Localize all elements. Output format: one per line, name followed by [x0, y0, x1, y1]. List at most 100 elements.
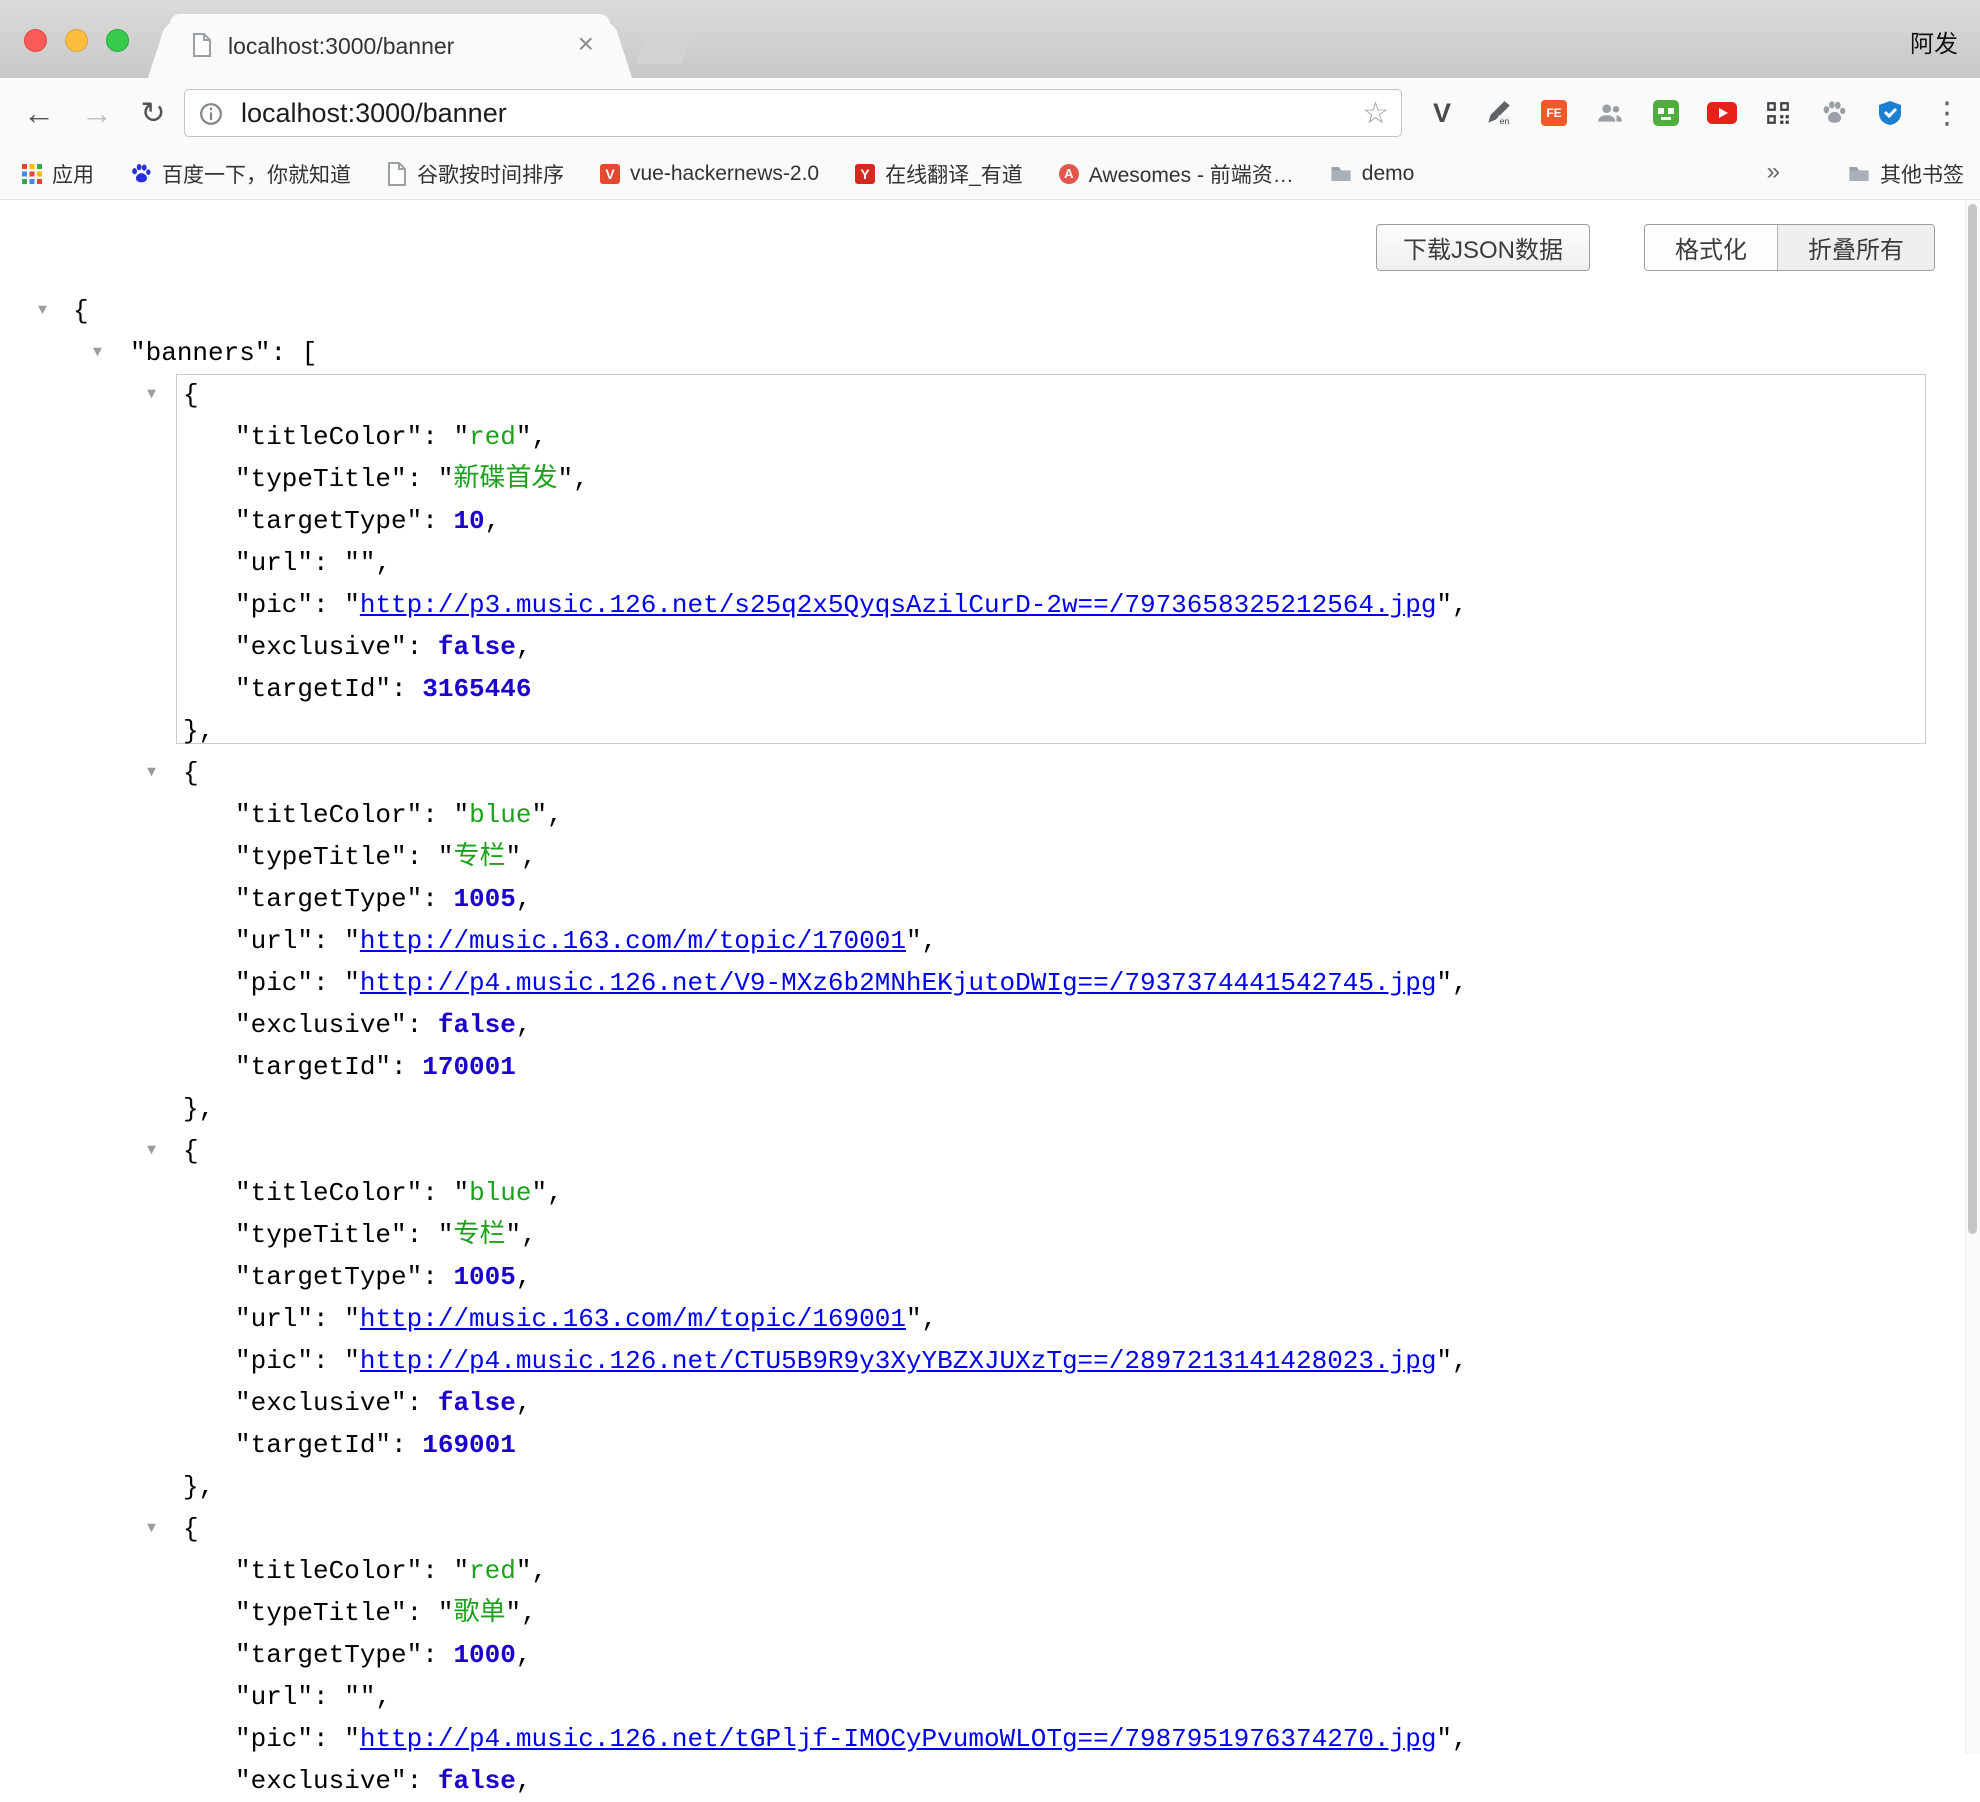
json-value-number: 1005	[453, 884, 515, 914]
json-value-string: red	[469, 1556, 516, 1586]
json-field-row: "targetId": 3165446	[0, 668, 1960, 710]
json-field-row: "targetId": 170001	[0, 1046, 1960, 1088]
json-field-row: "targetType": 1005,	[0, 1256, 1960, 1298]
json-field-row: "targetType": 10,	[0, 500, 1960, 542]
collapse-triangle-icon[interactable]: ▼	[147, 1130, 156, 1172]
apps-grid-icon	[22, 164, 42, 184]
folder-icon	[1848, 165, 1870, 182]
vimium-icon[interactable]: V	[1414, 78, 1470, 148]
close-tab-icon[interactable]: ×	[578, 28, 594, 60]
collapse-triangle-icon[interactable]: ▼	[147, 374, 156, 416]
bookmark-item[interactable]: 应用	[22, 159, 94, 189]
json-link[interactable]: http://p4.music.126.net/V9-MXz6b2MNhEKju…	[360, 968, 1437, 998]
shield-check-icon[interactable]	[1862, 78, 1918, 148]
nav-toolbar: ← → ↻ localhost:3000/banner ☆ VenFE ⋮	[0, 78, 1980, 148]
collapse-triangle-icon[interactable]: ▼	[147, 752, 156, 794]
json-value-number: 1005	[453, 1262, 515, 1292]
json-object-open-row: ▼{	[0, 1130, 1960, 1172]
vue-icon: V	[600, 164, 620, 184]
json-object-open-row: ▼{	[0, 374, 1960, 416]
paw-extension-icon[interactable]	[1806, 78, 1862, 148]
address-url: localhost:3000/banner	[241, 98, 507, 129]
collapse-triangle-icon[interactable]: ▼	[38, 290, 47, 332]
awesomes-icon: A	[1059, 164, 1079, 184]
tab-title: localhost:3000/banner	[228, 33, 454, 60]
other-bookmarks-label: 其他书签	[1880, 159, 1964, 189]
qr-code-icon[interactable]	[1750, 78, 1806, 148]
bookmark-label: demo	[1362, 162, 1415, 186]
bookmark-item[interactable]: 谷歌按时间排序	[387, 159, 564, 189]
json-value-string: 专栏	[453, 1220, 505, 1250]
back-icon[interactable]: ←	[16, 78, 62, 148]
json-value-number: 1000	[453, 1640, 515, 1670]
green-extension-icon[interactable]	[1638, 78, 1694, 148]
json-link[interactable]: http://music.163.com/m/topic/169001	[360, 1304, 906, 1334]
json-value-string: 新碟首发	[453, 464, 557, 494]
banner-object: ▼{"titleColor": "blue","typeTitle": "专栏"…	[0, 752, 1960, 1130]
zoom-window-button[interactable]	[106, 29, 129, 52]
collapse-triangle-icon[interactable]: ▼	[147, 1508, 156, 1550]
json-field-row: "url": "",	[0, 542, 1960, 584]
translate-pen-icon[interactable]: en	[1470, 78, 1526, 148]
json-value-boolean: false	[438, 632, 516, 662]
json-field-row: "titleColor": "blue",	[0, 1172, 1960, 1214]
download-json-button[interactable]: 下载JSON数据	[1376, 224, 1590, 271]
json-link[interactable]: http://p4.music.126.net/tGPljf-IMOCyPvum…	[360, 1724, 1437, 1754]
format-button[interactable]: 格式化	[1645, 225, 1778, 270]
baidu-paw-icon	[130, 163, 152, 185]
scrollbar-thumb[interactable]	[1968, 204, 1977, 1234]
bookmark-item[interactable]: Y在线翻译_有道	[855, 159, 1023, 189]
fe-icon[interactable]: FE	[1526, 78, 1582, 148]
reload-icon[interactable]: ↻	[130, 78, 176, 148]
address-bar[interactable]: localhost:3000/banner ☆	[184, 89, 1402, 137]
browser-tab[interactable]: localhost:3000/banner ×	[170, 14, 610, 78]
collapse-triangle-icon[interactable]: ▼	[93, 332, 102, 374]
json-field-row: "url": "http://music.163.com/m/topic/169…	[0, 1298, 1960, 1340]
json-key: banners	[146, 338, 255, 368]
bookmark-item[interactable]: demo	[1330, 162, 1415, 186]
bookmarks-overflow-icon[interactable]: »	[1767, 158, 1780, 186]
json-link[interactable]: http://p3.music.126.net/s25q2x5QyqsAzilC…	[360, 590, 1437, 620]
format-collapse-group: 格式化 折叠所有	[1644, 224, 1935, 271]
bookmark-label: Awesomes - 前端资…	[1089, 159, 1294, 189]
json-field-row: "pic": "http://p3.music.126.net/s25q2x5Q…	[0, 584, 1960, 626]
json-field-row: "exclusive": false,	[0, 1382, 1960, 1424]
bookmark-star-icon[interactable]: ☆	[1362, 96, 1389, 131]
json-field-row: "titleColor": "red",	[0, 1550, 1960, 1592]
scrollbar[interactable]	[1965, 200, 1980, 1754]
bookmark-item[interactable]: A Awesomes - 前端资…	[1059, 159, 1294, 189]
chrome-menu-icon[interactable]: ⋮	[1926, 78, 1968, 148]
profile-name[interactable]: 阿发	[1910, 24, 1958, 59]
people-icon[interactable]	[1582, 78, 1638, 148]
json-field-row: "typeTitle": "专栏",	[0, 836, 1960, 878]
json-value-string: 歌单	[453, 1598, 505, 1628]
bookmark-item[interactable]: 百度一下，你就知道	[130, 159, 351, 189]
json-value-string: blue	[469, 800, 531, 830]
bookmark-item[interactable]: Vvue-hackernews-2.0	[600, 162, 819, 186]
banner-object: ▼{"titleColor": "red","typeTitle": "新碟首发…	[0, 374, 1960, 752]
json-link[interactable]: http://p4.music.126.net/CTU5B9R9y3XyYBZX…	[360, 1346, 1437, 1376]
json-field-row: "url": "http://music.163.com/m/topic/170…	[0, 920, 1960, 962]
other-bookmarks-button[interactable]: 其他书签	[1848, 148, 1964, 199]
minimize-window-button[interactable]	[65, 29, 88, 52]
json-field-row: "titleColor": "red",	[0, 416, 1960, 458]
page-icon	[387, 162, 407, 186]
page-info-icon[interactable]	[199, 102, 223, 131]
json-field-row: "typeTitle": "专栏",	[0, 1214, 1960, 1256]
collapse-all-button[interactable]: 折叠所有	[1778, 225, 1934, 270]
bookmarks-bar: 应用 百度一下，你就知道 谷歌按时间排序 Vvue-hackernews-2.0 Y在线…	[0, 148, 1980, 200]
json-value-boolean: false	[438, 1010, 516, 1040]
json-value-number: 3165446	[422, 674, 531, 704]
forward-icon[interactable]: →	[74, 78, 120, 148]
bookmark-label: 谷歌按时间排序	[417, 159, 564, 189]
close-window-button[interactable]	[24, 29, 47, 52]
bookmark-label: 百度一下，你就知道	[162, 159, 351, 189]
youtube-icon[interactable]	[1694, 78, 1750, 148]
json-tree: ▼{ ▼"banners": [ ▼{"titleColor": "red","…	[0, 290, 1960, 1802]
json-link[interactable]: http://music.163.com/m/topic/170001	[360, 926, 906, 956]
new-tab-button[interactable]	[636, 32, 695, 64]
json-field-row: "targetId": 169001	[0, 1424, 1960, 1466]
banners-list: ▼{"titleColor": "red","typeTitle": "新碟首发…	[0, 374, 1960, 1802]
json-field-row: "exclusive": false,	[0, 626, 1960, 668]
json-object-close-row: },	[0, 710, 1960, 752]
